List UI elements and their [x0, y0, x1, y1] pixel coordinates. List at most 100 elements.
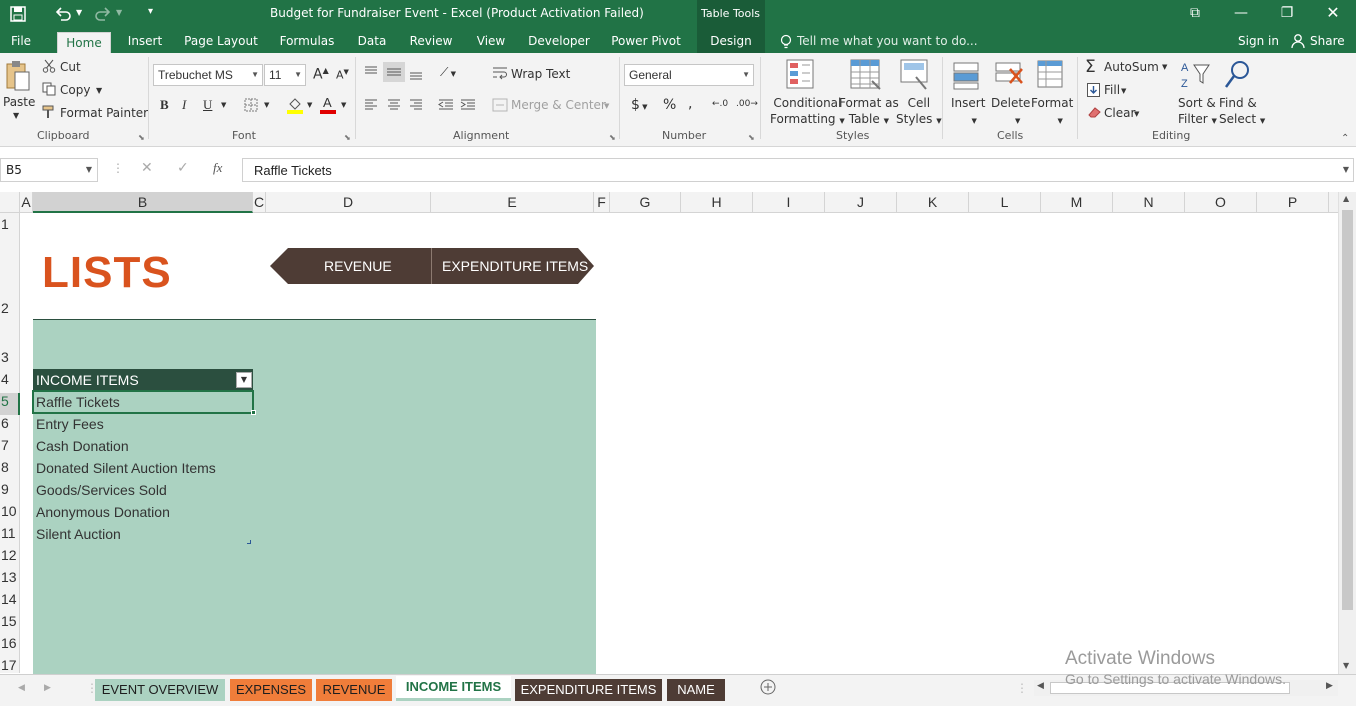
column-header-j[interactable]: J [825, 192, 897, 213]
clear-dropdown-icon[interactable]: ▼ [1134, 110, 1139, 118]
align-right-icon[interactable] [409, 99, 423, 111]
income-item[interactable]: Raffle Tickets [36, 394, 120, 410]
save-icon[interactable] [10, 6, 26, 22]
restore-icon[interactable]: ❐ [1264, 0, 1310, 28]
column-header-e[interactable]: E [431, 192, 594, 213]
copy-dropdown-icon[interactable]: ▼ [96, 86, 102, 95]
row-header-1[interactable]: 1 [0, 216, 20, 232]
income-item[interactable]: Donated Silent Auction Items [36, 460, 216, 476]
tab-file[interactable]: File [0, 30, 42, 53]
ribbon-display-icon[interactable]: ⧉ [1172, 0, 1218, 28]
column-header-c[interactable]: C [253, 192, 266, 213]
sign-in-link[interactable]: Sign in [1238, 34, 1279, 48]
name-box[interactable]: B5 ▼ [0, 158, 98, 182]
tab-insert[interactable]: Insert [122, 30, 168, 53]
font-name-combo[interactable]: Trebuchet MS ▼ [153, 64, 263, 86]
merge-center-button[interactable]: Merge & Center [511, 98, 606, 112]
borders-dropdown-icon[interactable]: ▼ [264, 101, 269, 109]
tab-design[interactable]: Design [697, 30, 765, 53]
share-button[interactable]: Share [1310, 34, 1345, 48]
split-divider[interactable]: ⋮ [1016, 681, 1028, 695]
fill-button[interactable]: Fill [1104, 83, 1120, 97]
formula-input[interactable]: Raffle Tickets ▼ [242, 158, 1354, 182]
sheet-tab-expenses[interactable]: EXPENSES [230, 679, 312, 701]
row-header-6[interactable]: 6 [0, 415, 20, 431]
paste-button[interactable]: Paste [3, 95, 35, 109]
bold-icon[interactable]: B [160, 97, 169, 113]
chevron-down-icon[interactable]: ▼ [86, 165, 92, 174]
alignment-launcher-icon[interactable]: ⬊ [609, 133, 616, 142]
font-color-dropdown-icon[interactable]: ▼ [341, 101, 346, 109]
percent-icon[interactable]: % [663, 97, 676, 113]
redo-icon[interactable] [94, 5, 112, 23]
format-painter-button[interactable]: Format Painter [60, 106, 148, 120]
row-header-12[interactable]: 12 [0, 547, 20, 563]
column-header-p[interactable]: P [1257, 192, 1329, 213]
sort-filter-button[interactable]: Sort & Filter ▼ [1178, 95, 1217, 129]
row-header-9[interactable]: 9 [0, 481, 20, 497]
tab-page-layout[interactable]: Page Layout [181, 30, 261, 53]
column-header-g[interactable]: G [610, 192, 681, 213]
row-header-14[interactable]: 14 [0, 591, 20, 607]
column-header-h[interactable]: H [681, 192, 753, 213]
italic-icon[interactable]: I [182, 97, 186, 113]
minimize-icon[interactable]: — [1218, 0, 1264, 28]
font-size-combo[interactable]: 11 ▼ [264, 64, 306, 86]
format-as-table-button[interactable]: Format as Table ▼ [839, 95, 899, 129]
cut-button[interactable]: Cut [60, 60, 81, 74]
redo-dropdown-icon[interactable]: ▼ [116, 8, 122, 17]
column-header-k[interactable]: K [897, 192, 969, 213]
sheet-tab-event-overview[interactable]: EVENT OVERVIEW [95, 679, 225, 701]
fill-color-icon[interactable] [287, 96, 303, 114]
enter-icon[interactable]: ✓ [177, 160, 189, 176]
income-item[interactable]: Cash Donation [36, 438, 129, 454]
table-resize-handle[interactable] [247, 540, 251, 544]
sheet-tab-income-items[interactable]: INCOME ITEMS [396, 676, 511, 701]
align-top-icon[interactable] [364, 66, 378, 78]
insert-cells-button[interactable]: Insert ▼ [951, 95, 985, 129]
scroll-up-icon[interactable]: ▲ [1343, 194, 1349, 203]
decrease-font-icon[interactable]: A▼ [336, 68, 349, 82]
find-select-button[interactable]: Find & Select ▼ [1219, 95, 1265, 129]
align-left-icon[interactable] [364, 99, 378, 111]
increase-decimal-icon[interactable]: ←.0 [712, 99, 728, 109]
column-header-i[interactable]: I [753, 192, 825, 213]
decrease-indent-icon[interactable] [438, 99, 454, 111]
scroll-tabs-left-icon[interactable]: ◀ [18, 683, 25, 693]
customize-qat-icon[interactable]: ▾ [148, 6, 153, 17]
tab-power-pivot[interactable]: Power Pivot [606, 30, 686, 53]
format-cells-button[interactable]: Format ▼ [1031, 95, 1073, 129]
vertical-scrollbar[interactable]: ▲ ▼ [1338, 192, 1356, 674]
tab-data[interactable]: Data [352, 30, 392, 53]
row-header-16[interactable]: 16 [0, 635, 20, 651]
undo-dropdown-icon[interactable]: ▼ [76, 8, 82, 17]
row-header-7[interactable]: 7 [0, 437, 20, 453]
fill-dropdown-icon[interactable]: ▼ [1121, 87, 1126, 95]
expand-formula-icon[interactable]: ▼ [1343, 165, 1349, 174]
close-icon[interactable]: ✕ [1310, 0, 1356, 28]
align-center-icon[interactable] [387, 99, 401, 111]
column-header-l[interactable]: L [969, 192, 1041, 213]
row-header-3[interactable]: 3 [0, 349, 20, 365]
sheet-tab-name[interactable]: NAME [667, 679, 725, 701]
cancel-icon[interactable]: ✕ [141, 160, 153, 176]
autosum-button[interactable]: AutoSum [1104, 60, 1159, 74]
underline-icon[interactable]: U [203, 97, 212, 113]
clipboard-launcher-icon[interactable]: ⬊ [138, 133, 145, 142]
tell-me-search[interactable]: Tell me what you want to do... [797, 34, 978, 48]
insert-function-icon[interactable]: fx [213, 160, 222, 176]
column-header-b[interactable]: B [33, 192, 253, 213]
sheet-tab-revenue[interactable]: REVENUE [316, 679, 392, 701]
decrease-decimal-icon[interactable]: .00→ [736, 99, 758, 109]
column-header-o[interactable]: O [1185, 192, 1257, 213]
tab-formulas[interactable]: Formulas [276, 30, 338, 53]
tab-home[interactable]: Home [57, 32, 111, 53]
add-sheet-icon[interactable] [760, 679, 776, 695]
orientation-icon[interactable]: ⟋ ▼ [440, 65, 456, 80]
tab-view[interactable]: View [470, 30, 512, 53]
nav-revenue-button[interactable]: REVENUE [270, 248, 432, 284]
increase-indent-icon[interactable] [460, 99, 476, 111]
scroll-left-icon[interactable]: ◀ [1037, 681, 1044, 691]
copy-button[interactable]: Copy [60, 83, 90, 97]
column-header-f[interactable]: F [594, 192, 610, 213]
